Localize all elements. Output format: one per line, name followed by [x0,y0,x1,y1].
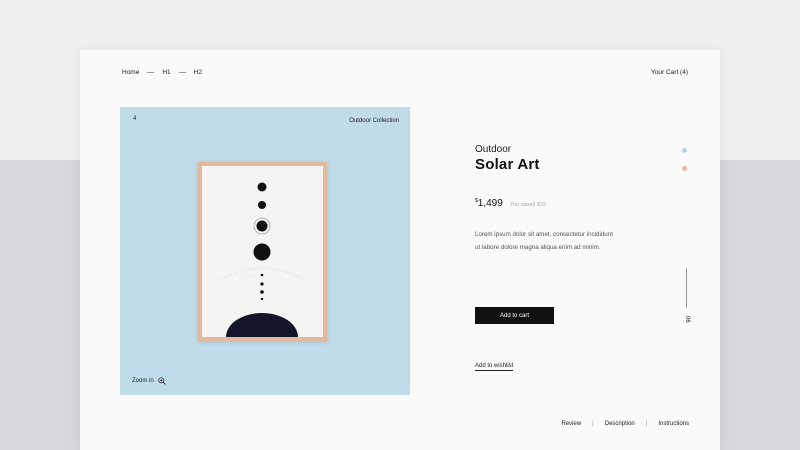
savings-text: You saved $32 [510,202,547,208]
artwork-print [202,166,323,337]
slide-counter: 06 [684,316,690,323]
product-title: Solar Art [475,156,540,173]
breadcrumb-h1[interactable]: H1 [162,69,170,76]
product-card: Home H1 H2 Your Cart (4) 4 Outdoor Colle… [80,50,720,450]
collection-label[interactable]: Outdoor Collection [349,118,399,124]
tab-description[interactable]: Description [605,421,635,427]
zoom-in-icon [158,377,166,385]
breadcrumb-separator [178,72,186,73]
tab-instructions[interactable]: Instructions [658,421,689,427]
product-price: $1,499 [475,198,503,209]
breadcrumb-home[interactable]: Home [122,69,139,76]
tab-review[interactable]: Review [561,421,581,427]
slide-progress-track[interactable] [686,268,687,308]
add-to-cart-button[interactable]: Add to cart [475,307,554,324]
product-tabs: Review | Description | Instructions [561,421,689,427]
tab-separator: | [592,421,594,427]
product-image-panel: 4 Outdoor Collection Zoom in [120,107,410,395]
image-index: 4 [133,116,137,122]
breadcrumb: Home H1 H2 [122,69,202,76]
color-swatch-peach[interactable] [682,166,687,171]
add-to-wishlist-link[interactable]: Add to wishlist [475,363,514,371]
product-description: Lorem ipsum dolor sit amet, consectetur … [475,231,613,251]
breadcrumb-h2[interactable]: H2 [194,69,202,76]
cart-link[interactable]: Your Cart (4) [651,69,688,76]
color-swatch-blue[interactable] [682,148,687,153]
price-value: 1,499 [477,198,503,209]
zoom-in-button[interactable]: Zoom in [132,377,166,385]
breadcrumb-separator [147,72,155,73]
product-category: Outdoor [475,144,512,155]
tab-separator: | [645,421,648,427]
solar-art-illustration [219,182,305,337]
zoom-label: Zoom in [132,378,154,384]
artwork-frame [198,162,327,341]
